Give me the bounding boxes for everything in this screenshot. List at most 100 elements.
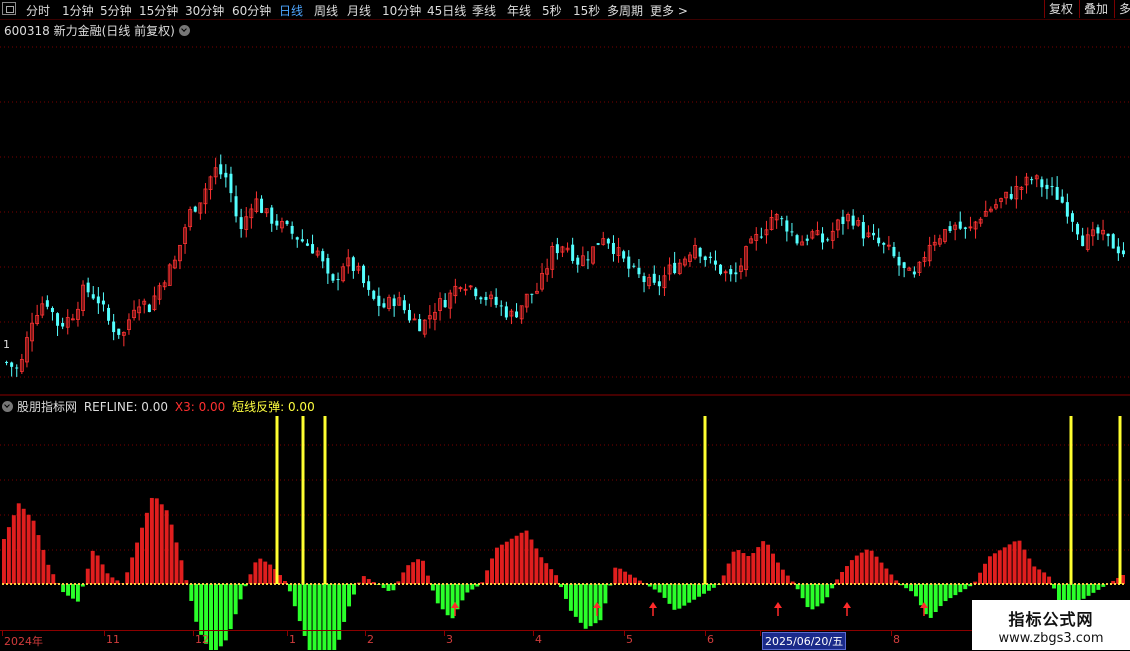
baseline-dot xyxy=(242,583,244,585)
candle-body xyxy=(382,303,385,307)
baseline-dot xyxy=(66,583,68,585)
date-label: 4 xyxy=(535,633,542,646)
histogram-bar xyxy=(544,563,548,584)
histogram-bar xyxy=(465,584,469,592)
date-label: 12 xyxy=(195,633,209,646)
baseline-dot xyxy=(874,583,876,585)
baseline-dot xyxy=(542,583,544,585)
histogram-bar xyxy=(239,584,243,599)
histogram-bar xyxy=(194,584,198,622)
baseline-dot xyxy=(70,583,72,585)
baseline-dot xyxy=(634,583,636,585)
baseline-dot xyxy=(1086,583,1088,585)
histogram-bar xyxy=(771,554,775,584)
baseline-dot xyxy=(670,583,672,585)
baseline-dot xyxy=(126,583,128,585)
candle-body xyxy=(1096,227,1099,233)
baseline-dot xyxy=(858,583,860,585)
signal-bar xyxy=(276,416,279,584)
histogram-bar xyxy=(534,548,538,584)
baseline-dot xyxy=(554,583,556,585)
histogram-bar xyxy=(179,560,183,584)
candle-body xyxy=(1076,224,1079,235)
chevron-down-icon[interactable] xyxy=(179,25,190,36)
histogram-bar xyxy=(707,584,711,591)
baseline-dot xyxy=(630,583,632,585)
candle-body xyxy=(479,297,482,299)
histogram-bar xyxy=(884,569,888,584)
histogram-bar xyxy=(697,584,701,597)
baseline-dot xyxy=(218,583,220,585)
baseline-dot xyxy=(534,583,536,585)
baseline-dot xyxy=(202,583,204,585)
candle-body xyxy=(959,222,962,229)
baseline-dot xyxy=(578,583,580,585)
baseline-dot xyxy=(806,583,808,585)
histogram-bar xyxy=(727,564,731,584)
histogram-bar xyxy=(293,584,297,606)
baseline-dot xyxy=(454,583,456,585)
baseline-dot xyxy=(518,583,520,585)
baseline-dot xyxy=(1034,583,1036,585)
candle-body xyxy=(530,294,533,295)
baseline-dot xyxy=(402,583,404,585)
candle-body xyxy=(301,239,304,241)
baseline-dot xyxy=(150,583,152,585)
histogram-bar xyxy=(258,559,262,584)
baseline-dot xyxy=(1114,583,1116,585)
baseline-dot xyxy=(678,583,680,585)
candle-body xyxy=(826,239,829,240)
chevron-down-icon[interactable] xyxy=(2,401,13,412)
histogram-bar xyxy=(929,584,933,618)
histogram-bar xyxy=(1082,584,1086,599)
baseline-dot xyxy=(650,583,652,585)
chart-area[interactable] xyxy=(0,0,1130,650)
baseline-dot xyxy=(898,583,900,585)
histogram-bar xyxy=(342,584,346,622)
baseline-dot xyxy=(6,583,8,585)
baseline-dot xyxy=(726,583,728,585)
baseline-dot xyxy=(222,583,224,585)
candle-body xyxy=(112,322,115,333)
baseline-dot xyxy=(1006,583,1008,585)
histogram-bar xyxy=(668,584,672,604)
baseline-dot xyxy=(270,583,272,585)
candle-body xyxy=(1122,250,1125,254)
histogram-bar xyxy=(520,533,524,584)
baseline-dot xyxy=(846,583,848,585)
date-label: 5 xyxy=(626,633,633,646)
histogram-bar xyxy=(677,584,681,609)
baseline-dot xyxy=(98,583,100,585)
date-label: 8 xyxy=(893,633,900,646)
histogram-bar xyxy=(569,584,573,611)
baseline-dot xyxy=(990,583,992,585)
price-scale-marker: 1 xyxy=(3,338,10,351)
baseline-dot xyxy=(966,583,968,585)
baseline-dot xyxy=(230,583,232,585)
histogram-bar xyxy=(603,584,607,603)
baseline-dot xyxy=(342,583,344,585)
baseline-dot xyxy=(410,583,412,585)
baseline-dot xyxy=(638,583,640,585)
candle-body xyxy=(556,244,559,253)
signal-bar xyxy=(1070,416,1073,584)
baseline-dot xyxy=(742,583,744,585)
candle-body xyxy=(576,258,579,265)
histogram-bar xyxy=(1008,544,1012,584)
baseline-dot xyxy=(130,583,132,585)
baseline-dot xyxy=(958,583,960,585)
baseline-dot xyxy=(226,583,228,585)
baseline-dot xyxy=(606,583,608,585)
baseline-dot xyxy=(246,583,248,585)
histogram-bar xyxy=(426,576,430,584)
baseline-dot xyxy=(14,583,16,585)
baseline-dot xyxy=(566,583,568,585)
histogram-bar xyxy=(845,566,849,584)
baseline-dot xyxy=(734,583,736,585)
candle-body xyxy=(102,301,105,305)
histogram-bar xyxy=(278,575,282,584)
candle-body xyxy=(326,258,329,273)
baseline-dot xyxy=(642,583,644,585)
histogram-bar xyxy=(387,584,391,591)
candle-body xyxy=(337,279,340,280)
